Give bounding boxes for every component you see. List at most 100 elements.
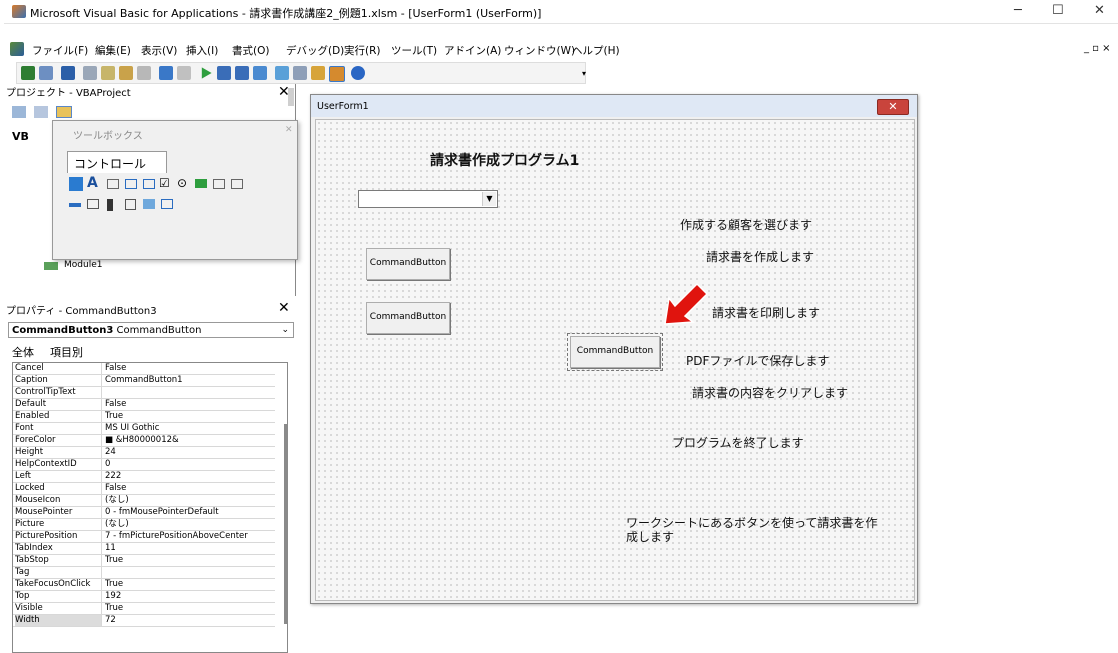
help-icon[interactable]: [351, 66, 365, 80]
property-value[interactable]: 0 - fmMousePointerDefault: [105, 507, 273, 518]
toggle-button-tool-icon[interactable]: [195, 179, 207, 188]
checkbox-tool-icon[interactable]: ☑: [159, 176, 170, 190]
menu-file[interactable]: ファイル(F): [32, 43, 88, 58]
menu-run[interactable]: 実行(R): [344, 43, 381, 58]
design-mode-icon[interactable]: [253, 66, 267, 80]
tabstrip-tool-icon[interactable]: [69, 203, 81, 207]
property-row[interactable]: Height 24: [13, 447, 275, 459]
property-value[interactable]: 192: [105, 591, 273, 602]
tab-controls[interactable]: コントロール: [67, 151, 167, 173]
run-icon[interactable]: [201, 67, 212, 79]
property-row[interactable]: Enabled True: [13, 411, 275, 423]
property-row[interactable]: Tag: [13, 567, 275, 579]
property-row[interactable]: TabStop True: [13, 555, 275, 567]
property-row[interactable]: Width 72: [13, 615, 275, 627]
menu-addins[interactable]: アドイン(A): [444, 43, 501, 58]
scrollbar-tool-icon[interactable]: [107, 199, 113, 211]
userform-canvas[interactable]: 請求書作成プログラム1 ▼ 作成する顧客を選びます CommandButton …: [315, 119, 915, 601]
toolbox-close-icon[interactable]: ✕: [285, 125, 293, 135]
save-icon[interactable]: [61, 66, 75, 80]
property-value[interactable]: 7 - fmPicturePositionAboveCenter: [105, 531, 273, 542]
property-row[interactable]: Locked False: [13, 483, 275, 495]
label-tool-icon[interactable]: A: [87, 175, 98, 191]
property-row[interactable]: ControlTipText: [13, 387, 275, 399]
break-icon[interactable]: [217, 66, 231, 80]
undo-icon[interactable]: [159, 66, 173, 80]
tab-category[interactable]: 項目別: [50, 344, 83, 360]
menu-window[interactable]: ウィンドウ(W): [504, 43, 575, 58]
redo-icon[interactable]: [177, 66, 191, 80]
toolbar-options-icon[interactable]: ▾: [582, 69, 586, 78]
property-row[interactable]: TabIndex 11: [13, 543, 275, 555]
property-row[interactable]: PicturePosition 7 - fmPicturePositionAbov…: [13, 531, 275, 543]
property-row[interactable]: Picture (なし): [13, 519, 275, 531]
project-explorer-icon[interactable]: [275, 66, 289, 80]
menu-edit[interactable]: 編集(E): [95, 43, 131, 58]
property-value[interactable]: True: [105, 411, 273, 422]
menu-debug[interactable]: デバッグ(D): [286, 43, 344, 58]
inner-window-controls[interactable]: _ ▫ ×: [1084, 43, 1111, 54]
property-value[interactable]: True: [105, 603, 273, 614]
tab-all[interactable]: 全体: [12, 344, 34, 360]
multipage-tool-icon[interactable]: [87, 199, 99, 209]
insert-userform-icon[interactable]: [39, 66, 53, 80]
paste-icon[interactable]: [119, 66, 133, 80]
property-value[interactable]: (なし): [105, 519, 273, 530]
listbox-tool-icon[interactable]: [143, 179, 155, 189]
property-row[interactable]: Default False: [13, 399, 275, 411]
property-value[interactable]: (なし): [105, 495, 273, 506]
property-value[interactable]: True: [105, 579, 273, 590]
find-icon[interactable]: [137, 66, 151, 80]
excel-view-icon[interactable]: [21, 66, 35, 80]
property-row[interactable]: Cancel False: [13, 363, 275, 375]
menu-format[interactable]: 書式(O): [232, 43, 269, 58]
toggle-folders-icon[interactable]: [56, 106, 72, 118]
property-row[interactable]: Visible True: [13, 603, 275, 615]
property-row[interactable]: Font MS UI Gothic: [13, 423, 275, 435]
property-row[interactable]: MouseIcon (なし): [13, 495, 275, 507]
menu-insert[interactable]: 挿入(I): [186, 43, 218, 58]
view-code-icon[interactable]: [12, 106, 26, 118]
property-value[interactable]: False: [105, 483, 273, 494]
cut-icon[interactable]: [83, 66, 97, 80]
property-value[interactable]: CommandButton1: [105, 375, 273, 386]
spinbutton-tool-icon[interactable]: [125, 199, 136, 210]
properties-window-icon[interactable]: [293, 66, 307, 80]
property-value[interactable]: MS UI Gothic: [105, 423, 273, 434]
property-value[interactable]: ■ &H80000012&: [105, 435, 273, 446]
properties-scrollbar-thumb[interactable]: [284, 424, 288, 624]
command-button-2[interactable]: CommandButton: [366, 302, 450, 334]
frame-tool-icon[interactable]: [213, 179, 225, 189]
command-button-3-selected[interactable]: CommandButton: [567, 333, 663, 371]
combobox-dropdown-icon[interactable]: ▼: [482, 192, 496, 206]
project-scrollbar[interactable]: [288, 88, 294, 106]
menu-help[interactable]: ヘルプ(H): [572, 43, 620, 58]
property-row[interactable]: Caption CommandButton1: [13, 375, 275, 387]
property-value[interactable]: 0: [105, 459, 273, 470]
image-tool-icon[interactable]: [143, 199, 155, 209]
maximize-button[interactable]: ☐: [1052, 3, 1064, 18]
view-object-icon[interactable]: [34, 106, 48, 118]
refedit-tool-icon[interactable]: [161, 199, 173, 209]
select-objects-icon[interactable]: [69, 177, 83, 191]
property-value[interactable]: 24: [105, 447, 273, 458]
property-row[interactable]: Left 222: [13, 471, 275, 483]
module1-node[interactable]: Module1: [64, 260, 102, 270]
customer-combobox[interactable]: ▼: [358, 190, 498, 208]
property-value[interactable]: 72: [105, 615, 273, 626]
property-value[interactable]: False: [105, 363, 273, 374]
menu-tools[interactable]: ツール(T): [391, 43, 437, 58]
property-row[interactable]: ForeColor ■ &H80000012&: [13, 435, 275, 447]
reset-icon[interactable]: [235, 66, 249, 80]
close-button[interactable]: ✕: [1094, 3, 1105, 18]
menu-view[interactable]: 表示(V): [141, 43, 177, 58]
copy-icon[interactable]: [101, 66, 115, 80]
properties-pane-close-icon[interactable]: ✕: [278, 300, 290, 316]
command-button-1[interactable]: CommandButton: [366, 248, 450, 280]
textbox-tool-icon[interactable]: [107, 179, 119, 189]
property-row[interactable]: MousePointer 0 - fmMousePointerDefault: [13, 507, 275, 519]
combobox-tool-icon[interactable]: [125, 179, 137, 189]
property-value[interactable]: True: [105, 555, 273, 566]
property-row[interactable]: Top 192: [13, 591, 275, 603]
project-root-node[interactable]: VB: [12, 130, 29, 143]
